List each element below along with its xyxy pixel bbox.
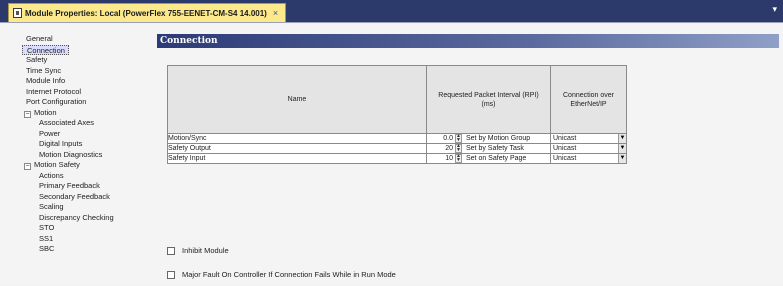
tab-list-dropdown-icon[interactable]: ▾ — [772, 4, 777, 15]
tree-item-port-configuration[interactable]: Port Configuration — [22, 97, 152, 108]
rpi-description: Set by Safety Task — [466, 145, 524, 152]
module-icon — [13, 8, 22, 18]
column-header-rpi: Requested Packet Interval (RPI) (ms) — [426, 65, 551, 134]
tree-item-ss1[interactable]: SS1 — [22, 234, 152, 245]
tree-item-safety[interactable]: Safety — [22, 55, 152, 66]
rpi-cell: 0.0 ▲ ▼ Set by Motion Group — [426, 133, 551, 144]
module-properties-tab[interactable]: Module Properties: Local (PowerFlex 755-… — [8, 3, 286, 22]
tree-item-power[interactable]: Power — [22, 129, 152, 140]
connection-type-value: Unicast — [553, 155, 577, 162]
close-icon[interactable]: × — [273, 8, 278, 18]
major-fault-checkbox[interactable] — [167, 270, 175, 279]
rpi-value[interactable]: 20 — [427, 144, 455, 153]
rpi-description: Set by Motion Group — [466, 135, 531, 142]
table-row[interactable]: Safety Input 10 ▲ ▼ Set on Safety Page Un… — [167, 153, 627, 164]
inhibit-module-label: Inhibit Module — [182, 246, 229, 255]
connection-type-value: Unicast — [553, 145, 577, 152]
tree-item-motion-label: Motion — [34, 107, 57, 117]
document-tab-bar: Module Properties: Local (PowerFlex 755-… — [0, 0, 783, 22]
connection-name: Motion/Sync — [167, 133, 427, 144]
rpi-description: Set on Safety Page — [466, 155, 527, 162]
major-fault-option[interactable]: Major Fault On Controller If Connection … — [167, 270, 396, 279]
major-fault-label: Major Fault On Controller If Connection … — [182, 270, 396, 279]
tree-item-discrepancy-checking[interactable]: Discrepancy Checking — [22, 213, 152, 224]
module-properties-panel: General Connection Safety Time Sync Modu… — [0, 22, 783, 285]
tree-item-general[interactable]: General — [22, 34, 152, 45]
tree-item-motion-safety[interactable]: − Motion Safety — [22, 160, 152, 171]
connection-name: Safety Input — [167, 153, 427, 164]
connection-page: Connection Name Requested Packet Interva… — [157, 34, 779, 286]
rpi-spinner-icon[interactable]: ▲ ▼ — [455, 154, 462, 163]
tree-item-internet-protocol[interactable]: Internet Protocol — [22, 87, 152, 98]
rpi-cell: 10 ▲ ▼ Set on Safety Page — [426, 153, 551, 164]
tree-item-motion-safety-label: Motion Safety — [34, 160, 80, 169]
collapse-icon[interactable]: − — [24, 110, 31, 118]
connection-type-select[interactable]: Unicast ▼ — [550, 143, 627, 154]
column-header-connection: Connection over EtherNet/IP — [550, 65, 627, 134]
category-tree: General Connection Safety Time Sync Modu… — [22, 34, 152, 255]
collapse-icon[interactable]: − — [24, 163, 31, 170]
tree-item-primary-feedback[interactable]: Primary Feedback — [22, 181, 152, 192]
table-row[interactable]: Motion/Sync 0.0 ▲ ▼ Set by Motion Group U… — [167, 133, 627, 144]
inhibit-module-option[interactable]: Inhibit Module — [167, 246, 229, 255]
connection-table: Name Requested Packet Interval (RPI) (ms… — [167, 65, 627, 164]
rpi-cell: 20 ▲ ▼ Set by Safety Task — [426, 143, 551, 154]
table-row[interactable]: Safety Output 20 ▲ ▼ Set by Safety Task U… — [167, 143, 627, 154]
tree-item-digital-inputs[interactable]: Digital Inputs — [22, 139, 152, 150]
tree-item-scaling[interactable]: Scaling — [22, 202, 152, 213]
tab-title: Module Properties: Local (PowerFlex 755-… — [25, 8, 267, 18]
dropdown-arrow-icon[interactable]: ▼ — [618, 134, 626, 143]
connection-type-select[interactable]: Unicast ▼ — [550, 133, 627, 144]
tree-item-motion-diagnostics[interactable]: Motion Diagnostics — [22, 150, 152, 161]
tree-item-actions[interactable]: Actions — [22, 171, 152, 182]
tree-item-module-info[interactable]: Module Info — [22, 76, 152, 87]
dropdown-arrow-icon[interactable]: ▼ — [618, 154, 626, 163]
column-header-name: Name — [167, 65, 427, 134]
connection-name: Safety Output — [167, 143, 427, 154]
connection-type-value: Unicast — [553, 135, 577, 142]
inhibit-module-checkbox[interactable] — [167, 246, 175, 255]
tree-item-sto[interactable]: STO — [22, 223, 152, 234]
tree-item-associated-axes[interactable]: Associated Axes — [22, 118, 152, 129]
tree-item-time-sync[interactable]: Time Sync — [22, 66, 152, 77]
tree-item-motion[interactable]: − Motion — [22, 108, 152, 119]
tree-item-connection[interactable]: Connection — [22, 44, 69, 55]
tree-item-sbc[interactable]: SBC — [22, 244, 152, 255]
rpi-value[interactable]: 10 — [427, 154, 455, 163]
dropdown-arrow-icon[interactable]: ▼ — [618, 144, 626, 153]
connection-type-select[interactable]: Unicast ▼ — [550, 153, 627, 164]
rpi-spinner-icon[interactable]: ▲ ▼ — [455, 134, 462, 143]
rpi-value[interactable]: 0.0 — [427, 134, 455, 143]
tree-item-secondary-feedback[interactable]: Secondary Feedback — [22, 192, 152, 203]
page-title: Connection — [157, 34, 779, 48]
rpi-spinner-icon[interactable]: ▲ ▼ — [455, 144, 462, 153]
